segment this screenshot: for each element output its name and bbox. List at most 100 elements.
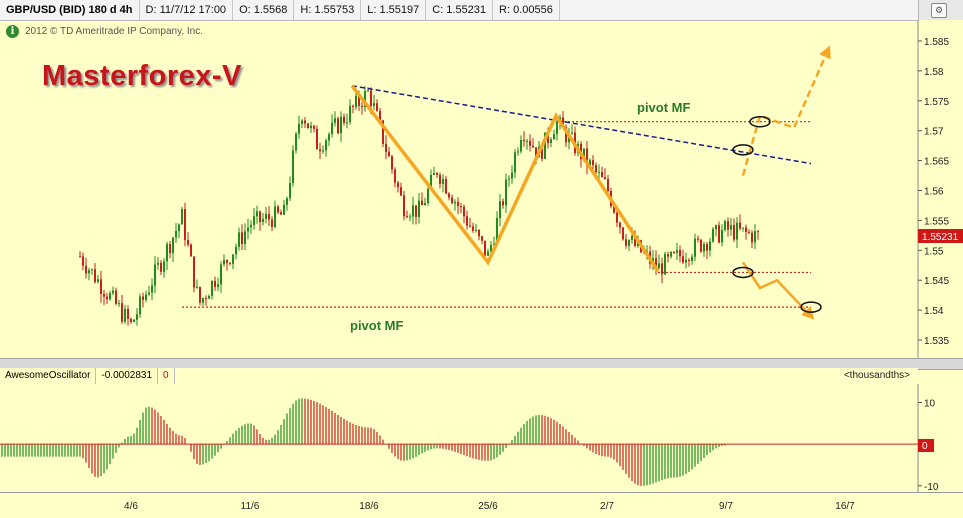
pivot-label-lower: pivot MF — [350, 318, 403, 333]
candle-body — [82, 256, 84, 266]
candle-body — [91, 269, 93, 271]
candle-body — [322, 150, 324, 152]
candle-body — [523, 140, 525, 142]
candle-body — [427, 188, 429, 204]
candle-body — [157, 262, 159, 265]
candle-body — [664, 254, 666, 275]
price-badge: 1.55231 — [922, 232, 959, 243]
price-tick-label: 1.57 — [924, 127, 944, 138]
osc-tick-label: 10 — [924, 399, 936, 410]
candle-body — [598, 171, 600, 173]
candle-body — [709, 241, 711, 251]
candle-body — [103, 294, 105, 297]
osc-tick-label: -10 — [924, 482, 939, 492]
range-value: R: 0.00556 — [493, 0, 560, 20]
candle-body — [625, 239, 627, 246]
candle-body — [394, 169, 396, 183]
candle-body — [346, 122, 348, 124]
candle-body — [469, 225, 471, 227]
price-tick-label: 1.56 — [924, 186, 944, 197]
candle-body — [94, 269, 96, 283]
candle-body — [550, 139, 552, 143]
candle-body — [706, 244, 708, 251]
date-tick-label: 4/6 — [124, 501, 138, 512]
candle-body — [160, 262, 162, 272]
candle-body — [670, 252, 672, 257]
candle-body — [556, 121, 558, 135]
candle-body — [232, 254, 234, 264]
candle-body — [328, 134, 330, 141]
oscillator-chart[interactable]: 10 -10 0 — [0, 384, 963, 492]
candle-body — [142, 296, 144, 300]
candle-body — [235, 246, 237, 255]
candle-body — [151, 285, 153, 293]
candle-body — [196, 287, 198, 289]
candle-body — [271, 219, 273, 227]
price-tick-label: 1.535 — [924, 336, 949, 347]
candle-body — [97, 279, 99, 283]
candle-body — [754, 231, 756, 243]
candle-body — [256, 211, 258, 217]
candle-body — [121, 303, 123, 322]
candle-body — [553, 134, 555, 140]
candle-body — [532, 145, 534, 148]
candle-body — [244, 231, 246, 245]
candle-body — [331, 122, 333, 135]
candle-body — [421, 200, 423, 206]
osc-badge: 0 — [922, 441, 928, 452]
candle-body — [715, 225, 717, 229]
candle-body — [385, 143, 387, 152]
high-value: H: 1.55753 — [294, 0, 362, 20]
candle-body — [463, 206, 465, 217]
candle-body — [736, 222, 738, 240]
pivot-label-upper: pivot MF — [637, 100, 690, 115]
candle-body — [415, 205, 417, 217]
scenario-up-arrow — [741, 45, 831, 176]
candle-body — [250, 224, 252, 228]
candle-body — [208, 295, 210, 299]
candle-body — [520, 140, 522, 152]
candle-body — [730, 224, 732, 230]
candle-body — [190, 244, 192, 257]
candle-body — [712, 228, 714, 242]
candle-body — [85, 265, 87, 274]
info-icon[interactable]: i — [6, 25, 19, 38]
candle-body — [205, 298, 207, 300]
candle-body — [202, 298, 204, 303]
candle-body — [682, 256, 684, 263]
candle-body — [418, 200, 420, 217]
indicator-header: AwesomeOscillator -0.0002831 0 — [0, 368, 918, 384]
date-tick-label: 9/7 — [719, 501, 733, 512]
candle-body — [601, 171, 603, 178]
candle-body — [439, 174, 441, 184]
candle-body — [607, 178, 609, 191]
candle-body — [118, 303, 120, 305]
candle-body — [343, 116, 345, 123]
candle-body — [451, 197, 453, 204]
candle-body — [199, 287, 201, 303]
candle-body — [187, 239, 189, 245]
candle-body — [619, 222, 621, 228]
price-tick-label: 1.555 — [924, 216, 949, 227]
candle-body — [370, 90, 372, 106]
candle-body — [667, 254, 669, 257]
indicator-name[interactable]: AwesomeOscillator — [0, 368, 97, 384]
candle-body — [217, 284, 219, 287]
candle-body — [247, 227, 249, 232]
candle-body — [403, 195, 405, 217]
indicator-zero: 0 — [158, 368, 175, 384]
candle-body — [340, 116, 342, 134]
chart-settings-button[interactable]: ⚙ — [918, 0, 963, 20]
candle-body — [214, 280, 216, 287]
candle-body — [739, 222, 741, 229]
candle-body — [724, 221, 726, 231]
candle-body — [514, 152, 516, 173]
candle-body — [445, 179, 447, 194]
date-tick-label: 25/6 — [478, 501, 498, 512]
candle-body — [172, 237, 174, 254]
candle-body — [529, 140, 531, 146]
symbol-label: GBP/USD (BID) 180 d 4h — [0, 0, 140, 20]
candle-body — [88, 270, 90, 274]
candle-body — [697, 238, 699, 240]
candle-body — [112, 290, 114, 294]
